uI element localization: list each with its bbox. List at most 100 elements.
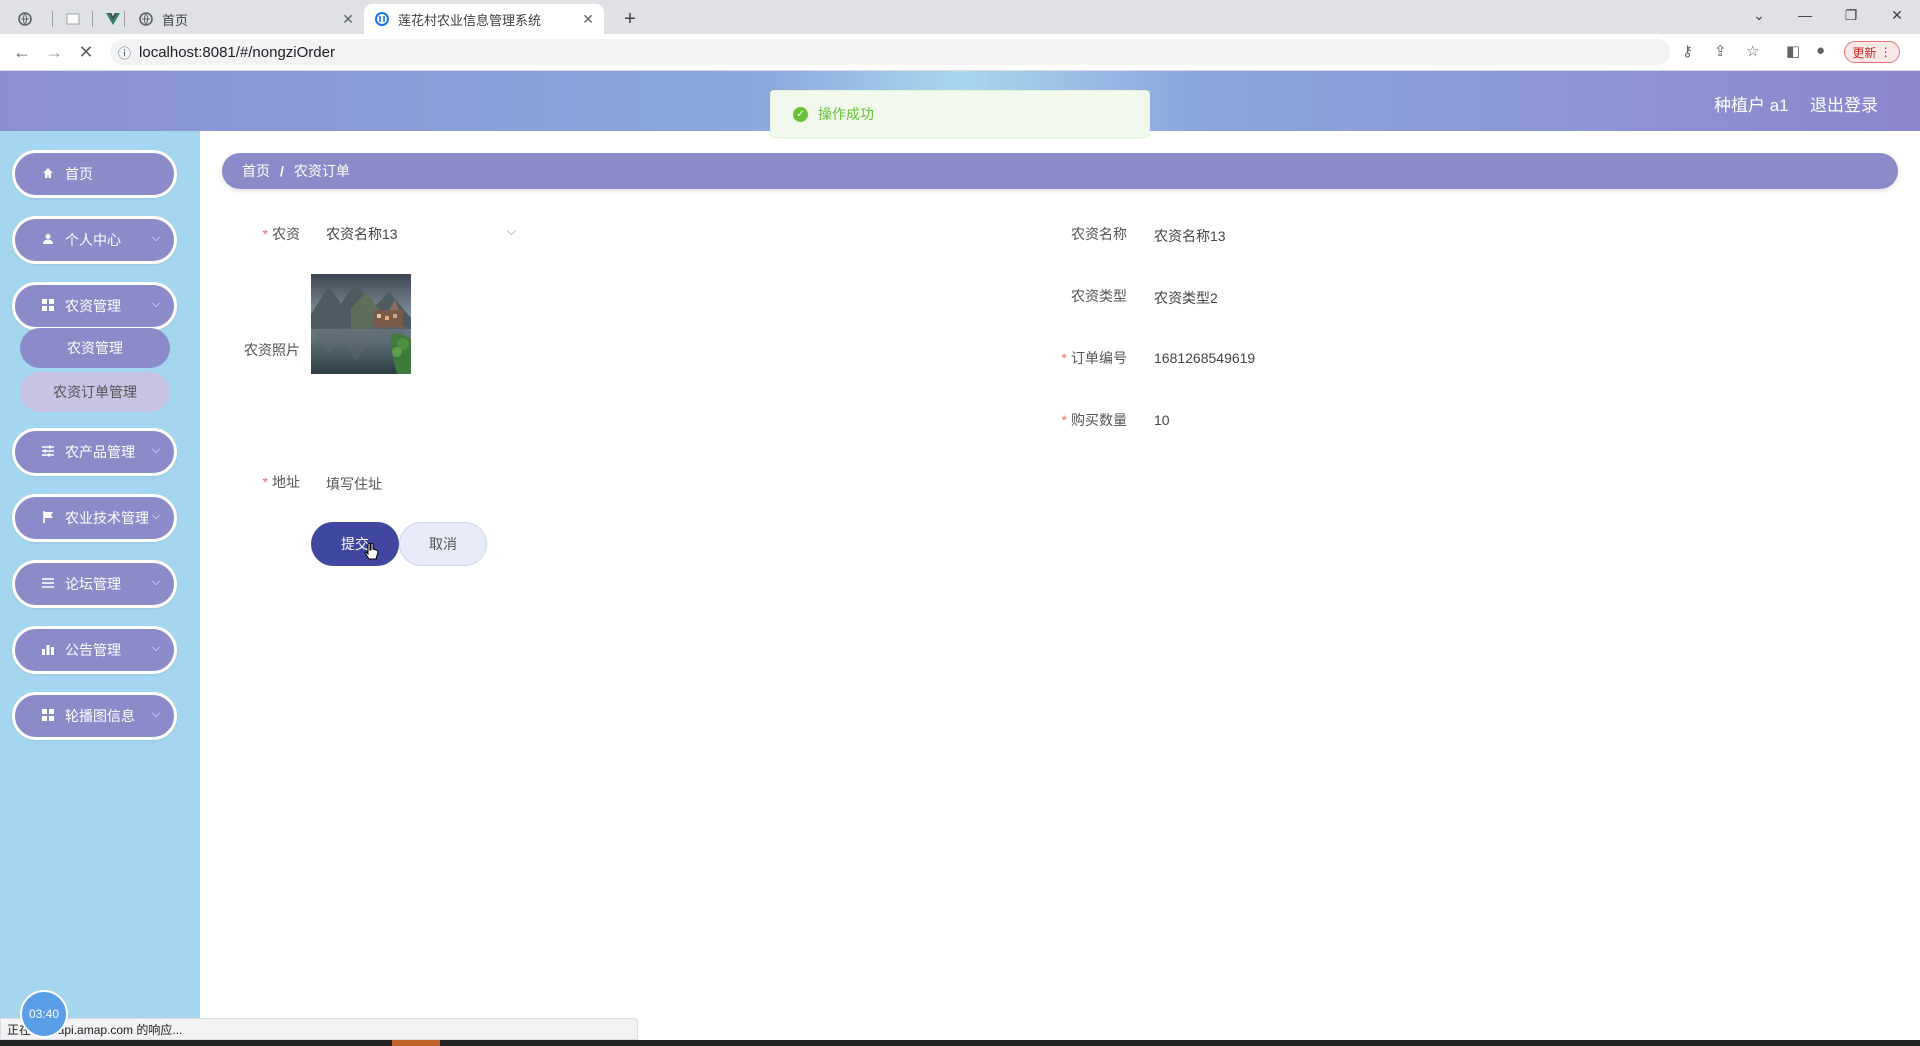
sidebar-item-label: 农业技术管理 [65, 510, 149, 526]
cancel-button[interactable]: 取消 [399, 522, 487, 566]
sidebar-subitem-nongzi-order[interactable]: 农资订单管理 [20, 372, 170, 412]
url-field[interactable]: ⓘ localhost:8081/#/nongziOrder [110, 39, 1670, 65]
grid-icon [41, 708, 55, 724]
sliders-icon [41, 445, 55, 460]
nongzi-select[interactable]: 农资名称13 ⌵ [316, 222, 516, 246]
stop-loading-icon[interactable]: ✕ [72, 40, 100, 64]
clock-badge: 03:40 [20, 990, 68, 1038]
chevron-down-icon: ⌵ [151, 708, 160, 720]
site-info-icon[interactable]: ⓘ [118, 43, 131, 62]
share-icon[interactable]: ⇪ [1714, 42, 1727, 60]
sidebar-item-forum[interactable]: 论坛管理 ⌵ [12, 560, 177, 608]
flag-icon [41, 510, 55, 526]
address-input[interactable]: 填写住址 [326, 474, 382, 494]
sidebar-item-label: 农资管理 [65, 298, 121, 314]
sidebar-item-label: 轮播图信息 [65, 708, 135, 724]
profile-icon[interactable]: ● [1816, 42, 1825, 59]
address-bar: ← → ✕ ⓘ localhost:8081/#/nongziOrder ⚷ ⇪… [0, 34, 1920, 71]
browser-tab-home[interactable]: 首页 ✕ [128, 4, 364, 34]
sidebar-item-home[interactable]: 首页 [12, 150, 177, 198]
update-label: 更新 [1852, 45, 1877, 60]
clock-text: 03:40 [28, 1007, 60, 1021]
chevron-down-icon: ⌵ [151, 576, 160, 588]
name-value: 农资名称13 [1154, 228, 1226, 244]
globe-icon [18, 11, 32, 27]
sidebar-item-tech[interactable]: 农业技术管理 ⌵ [12, 494, 177, 542]
browser-tab-active[interactable]: 莲花村农业信息管理系统 ✕ [364, 4, 604, 34]
browser-tab-bar: 首页 ✕ 莲花村农业信息管理系统 ✕ + ⌄ — ❐ ✕ [0, 0, 1920, 34]
browser-tab[interactable] [96, 4, 126, 34]
sidebar-subitem-nongzi-manage[interactable]: 农资管理 [20, 328, 170, 368]
sidebar-item-label: 首页 [65, 166, 93, 182]
nongzi-select-value: 农资名称13 [326, 226, 398, 242]
sidebar-item-label: 农产品管理 [65, 444, 135, 460]
breadcrumb-current: 农资订单 [293, 163, 350, 179]
quantity-input[interactable]: 10 [1154, 412, 1170, 428]
grid-icon [41, 298, 55, 314]
browser-tab[interactable] [8, 4, 48, 34]
tab-label: 首页 [162, 12, 189, 28]
bar-chart-icon [41, 643, 55, 658]
window-close-icon[interactable]: ✕ [1874, 0, 1920, 30]
order-no-input[interactable]: 1681268549619 [1154, 350, 1255, 366]
minimize-icon[interactable]: — [1782, 0, 1828, 30]
taskbar [0, 1040, 1920, 1046]
sidebar-subitem-label: 农资订单管理 [53, 384, 137, 400]
forward-icon[interactable]: → [40, 40, 68, 64]
order-no-label: * 订单编号 [1061, 350, 1127, 366]
restore-icon[interactable]: ❐ [1828, 0, 1874, 30]
type-label: 农资类型 [1071, 288, 1127, 304]
breadcrumb-separator: / [280, 163, 284, 179]
type-value: 农资类型2 [1154, 290, 1218, 306]
side-panel-icon[interactable]: ◧ [1786, 42, 1800, 60]
submit-button[interactable]: 提交 [311, 522, 399, 566]
photo-label: 农资照片 [244, 342, 300, 358]
chevron-down-icon: ⌵ [151, 232, 160, 244]
quantity-label: * 购买数量 [1061, 412, 1127, 428]
sidebar-item-nongzi[interactable]: 农资管理 ⌵ [12, 282, 177, 330]
chevron-down-icon: ⌵ [151, 298, 160, 310]
user-icon [41, 233, 55, 248]
vue-logo-icon [106, 11, 120, 27]
toast-message: 操作成功 [818, 106, 874, 122]
url-text: localhost:8081/#/nongziOrder [139, 43, 335, 61]
nongzi-label: * 农资 [262, 226, 300, 242]
sidebar-item-label: 论坛管理 [65, 576, 121, 592]
close-tab-icon[interactable]: ✕ [582, 11, 594, 28]
breadcrumb-home[interactable]: 首页 [242, 161, 270, 181]
logout-link[interactable]: 退出登录 [1810, 91, 1878, 116]
new-tab-icon[interactable]: + [616, 5, 644, 33]
sidebar-item-carousel[interactable]: 轮播图信息 ⌵ [12, 692, 177, 740]
browser-tab[interactable] [56, 4, 96, 34]
tab-label: 莲花村农业信息管理系统 [398, 12, 542, 28]
sidebar-item-label: 公告管理 [65, 642, 121, 658]
chevron-down-icon: ⌵ [151, 444, 160, 456]
sidebar-item-notice[interactable]: 公告管理 ⌵ [12, 626, 177, 674]
bookmark-star-icon[interactable]: ☆ [1746, 42, 1759, 60]
back-icon[interactable]: ← [8, 40, 36, 64]
globe-icon [138, 11, 154, 27]
chevron-down-icon: ⌵ [151, 642, 160, 654]
sidebar-item-label: 个人中心 [65, 232, 121, 248]
browser-update-button[interactable]: 更新 ⋮ [1844, 41, 1900, 63]
browser-status-bar: 正在 ...ebapi.amap.com 的响应... [0, 1018, 638, 1040]
sidebar-item-products[interactable]: 农产品管理 ⌵ [12, 428, 177, 476]
user-name: 种植户 a1 [1714, 96, 1789, 115]
home-icon [41, 167, 55, 182]
name-label: 农资名称 [1071, 226, 1127, 242]
nongzi-photo[interactable] [311, 274, 411, 374]
list-icon [41, 577, 55, 592]
mouse-cursor-icon [364, 542, 379, 560]
breadcrumb: 首页 / 农资订单 [222, 153, 1898, 189]
close-tab-icon[interactable]: ✕ [342, 11, 354, 28]
site-logo-icon [374, 11, 390, 27]
address-label: * 地址 [262, 474, 300, 490]
chevron-down-icon: ⌵ [151, 510, 160, 522]
sidebar-subitem-label: 农资管理 [67, 340, 123, 356]
sidebar-item-personal-center[interactable]: 个人中心 ⌵ [12, 216, 177, 264]
tab-search-icon[interactable]: ⌄ [1736, 0, 1782, 30]
key-icon[interactable]: ⚷ [1682, 42, 1693, 60]
success-toast: ✓ 操作成功 [770, 90, 1150, 138]
blank-page-icon [66, 11, 80, 27]
chevron-down-icon: ⌵ [506, 224, 516, 238]
